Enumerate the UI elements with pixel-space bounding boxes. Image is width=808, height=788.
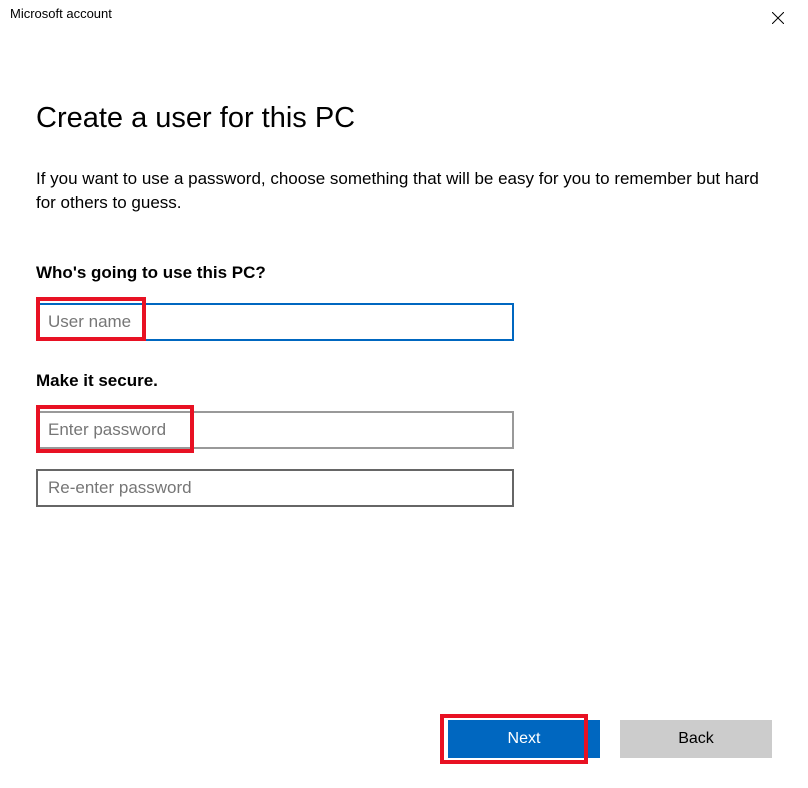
- next-button[interactable]: Next: [448, 720, 600, 758]
- next-button-wrap: Next: [448, 720, 600, 758]
- confirm-password-input[interactable]: [36, 469, 514, 507]
- password-field-wrap: [36, 411, 772, 449]
- title-bar: Microsoft account: [0, 0, 808, 32]
- close-icon: [772, 11, 784, 29]
- content-area: Create a user for this PC If you want to…: [0, 32, 808, 507]
- username-section-label: Who's going to use this PC?: [36, 263, 772, 283]
- page-heading: Create a user for this PC: [36, 102, 772, 135]
- close-button[interactable]: [758, 6, 798, 34]
- username-section: Who's going to use this PC?: [36, 263, 772, 341]
- password-section-label: Make it secure.: [36, 371, 772, 391]
- back-button[interactable]: Back: [620, 720, 772, 758]
- footer-buttons: Next Back: [448, 720, 772, 758]
- username-field-wrap: [36, 303, 772, 341]
- page-description: If you want to use a password, choose so…: [36, 167, 772, 215]
- window-title: Microsoft account: [10, 6, 112, 21]
- password-input[interactable]: [36, 411, 514, 449]
- username-input[interactable]: [36, 303, 514, 341]
- confirm-password-field-wrap: [36, 469, 772, 507]
- password-section: Make it secure.: [36, 371, 772, 507]
